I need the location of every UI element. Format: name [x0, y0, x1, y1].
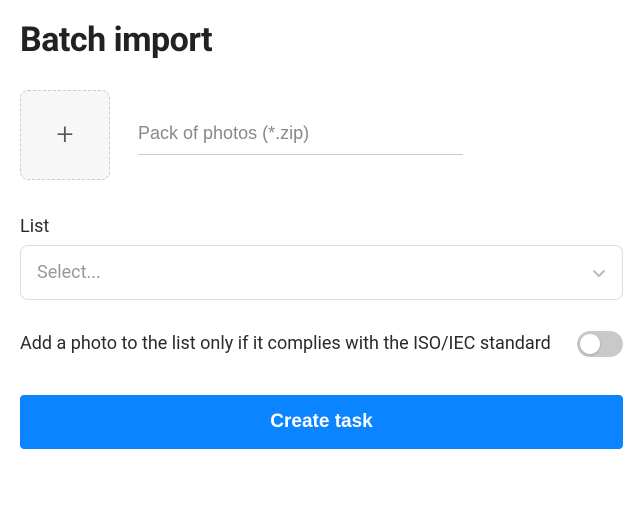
- iso-compliance-toggle[interactable]: [577, 331, 623, 357]
- upload-row: +: [20, 90, 623, 180]
- list-select-wrap: Select...: [20, 245, 623, 300]
- toggle-knob: [580, 334, 600, 354]
- plus-icon: +: [57, 120, 74, 150]
- upload-filename-input[interactable]: [138, 115, 463, 155]
- list-select-placeholder: Select...: [37, 262, 101, 283]
- iso-toggle-row: Add a photo to the list only if it compl…: [20, 330, 623, 359]
- list-label: List: [20, 216, 623, 237]
- page-title: Batch import: [20, 20, 623, 60]
- upload-field-wrap: [138, 115, 463, 155]
- create-task-button[interactable]: Create task: [20, 395, 623, 449]
- list-select[interactable]: Select...: [20, 245, 623, 300]
- upload-add-button[interactable]: +: [20, 90, 110, 180]
- iso-toggle-label: Add a photo to the list only if it compl…: [20, 330, 557, 359]
